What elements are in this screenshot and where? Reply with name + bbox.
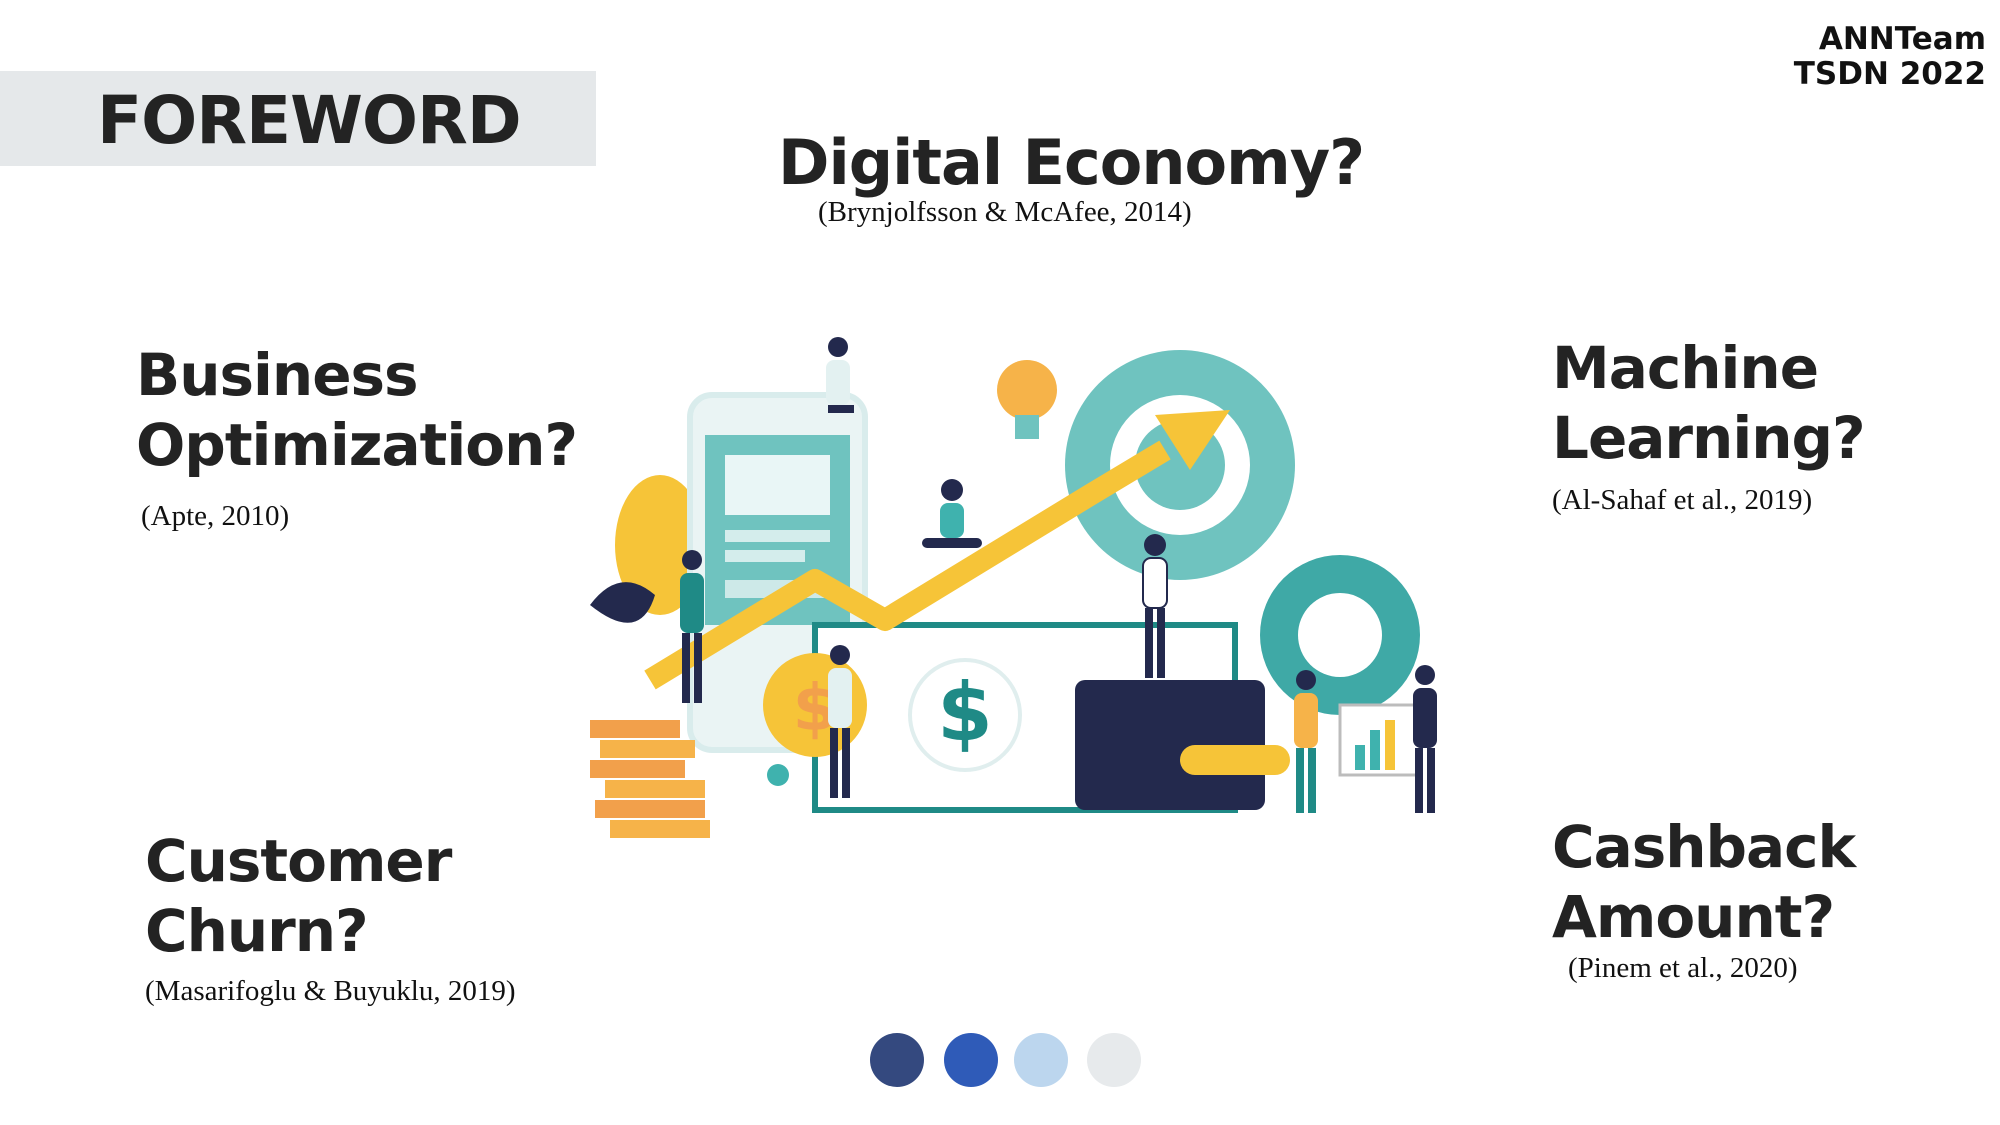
wallet-clasp [1180,745,1290,775]
phone-line [725,530,830,542]
cashback-amount-line2: Amount? [1552,883,1835,951]
digital-economy-heading: Digital Economy? [778,126,1365,199]
person-figure [1413,665,1437,813]
gear-icon [1065,350,1295,580]
dark-leaf-shape [590,582,655,623]
team-name: ANNTeam [1818,21,1986,57]
cashback-amount-citation: (Pinem et al., 2020) [1568,952,1798,984]
machine-learning-line1: Machine [1552,334,1819,402]
customer-churn-heading: Customer Churn? [145,826,452,966]
machine-learning-heading: Machine Learning? [1552,333,1866,473]
machine-learning-citation: (Al-Sahaf et al., 2019) [1552,484,1813,516]
business-optimization-citation: (Apte, 2010) [141,500,290,532]
business-optimization-line2: Optimization? [136,411,578,479]
cashback-amount-line1: Cashback [1552,813,1856,881]
slide-title: FOREWORD [97,82,522,159]
machine-learning-line2: Learning? [1552,404,1866,472]
team-label: ANNTeam TSDN 2022 [1794,22,1986,92]
business-optimization-line1: Business [136,341,419,409]
digital-economy-citation: (Brynjolfsson & McAfee, 2014) [818,196,1192,228]
phone-card [725,455,830,515]
event-name: TSDN 2022 [1793,56,1986,92]
person-figure [922,479,982,548]
pagination-dot [870,1033,924,1087]
customer-churn-line1: Customer [145,827,452,895]
phone-home-button [767,764,789,786]
gear-icon [1260,555,1420,715]
customer-churn-line2: Churn? [145,897,369,965]
digital-economy-illustration: $ $ [590,337,1437,838]
business-optimization-heading: Business Optimization? [136,340,578,480]
pagination-dot [944,1033,998,1087]
lightbulb-icon [997,360,1057,439]
dollar-sign: $ [937,666,993,759]
pagination-dot [1087,1033,1141,1087]
customer-churn-citation: (Masarifoglu & Buyuklu, 2019) [145,975,516,1007]
pagination-dot [1014,1033,1068,1087]
cashback-amount-heading: Cashback Amount? [1552,812,1856,952]
phone-line [725,550,805,562]
